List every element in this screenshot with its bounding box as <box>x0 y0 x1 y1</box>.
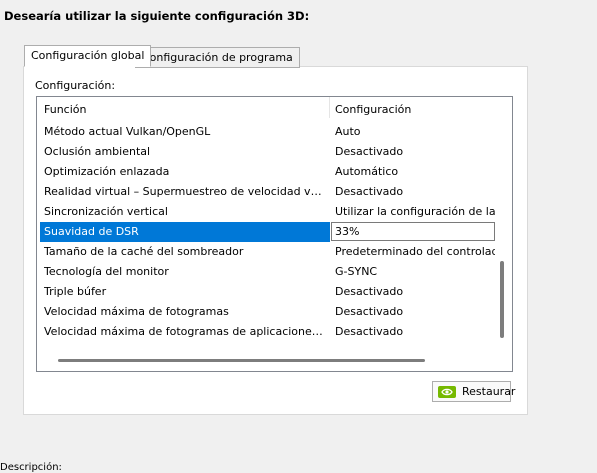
setting-value: Predeterminado del controlador <box>335 245 495 258</box>
description-label: Descripción: <box>0 462 62 473</box>
setting-value: Desactivado <box>335 145 404 158</box>
settings-list[interactable]: Función Configuración Método actual Vulk… <box>36 96 513 372</box>
settings-row-selected[interactable]: Suavidad de DSR 33% <box>37 222 495 242</box>
setting-value: Desactivado <box>335 285 404 298</box>
settings-row[interactable]: Método actual Vulkan/OpenGL Auto <box>37 122 495 142</box>
setting-value: 33% <box>335 225 360 238</box>
feature-name: Triple búfer <box>44 285 107 298</box>
page-heading: Desearía utilizar la siguiente configura… <box>4 9 310 23</box>
setting-value: Desactivado <box>335 185 404 198</box>
feature-name: Realidad virtual – Supermuestreo de velo… <box>44 185 324 198</box>
setting-value: Automático <box>335 165 399 178</box>
column-header-feature[interactable]: Función <box>44 103 86 116</box>
settings-row[interactable]: Sincronización vertical Utilizar la conf… <box>37 202 495 222</box>
feature-name: Suavidad de DSR <box>44 225 139 238</box>
feature-name: Optimización enlazada <box>44 165 170 178</box>
column-divider[interactable] <box>329 97 330 118</box>
settings-row[interactable]: Optimización enlazada Automático <box>37 162 495 182</box>
settings-row[interactable]: Realidad virtual – Supermuestreo de velo… <box>37 182 495 202</box>
column-header-setting[interactable]: Configuración <box>335 103 411 116</box>
feature-name: Tamaño de la caché del sombreador <box>44 245 244 258</box>
tab-global-settings[interactable]: Configuración global <box>24 45 152 67</box>
setting-value: Auto <box>335 125 361 138</box>
feature-name: Método actual Vulkan/OpenGL <box>44 125 211 138</box>
vertical-scrollbar[interactable] <box>500 261 504 338</box>
horizontal-scrollbar[interactable] <box>58 359 425 362</box>
feature-name: Tecnología del monitor <box>44 265 169 278</box>
settings-row[interactable]: Velocidad máxima de fotogramas Desactiva… <box>37 302 495 322</box>
feature-name: Sincronización vertical <box>44 205 168 218</box>
feature-name: Velocidad máxima de fotogramas <box>44 305 229 318</box>
restore-button[interactable]: Restaurar <box>432 381 515 402</box>
tab-program-settings[interactable]: Configuración de programa <box>135 47 300 68</box>
settings-row[interactable]: Oclusión ambiental Desactivado <box>37 142 495 162</box>
settings-row[interactable]: Velocidad máxima de fotogramas de aplica… <box>37 322 495 342</box>
setting-value: Desactivado <box>335 305 404 318</box>
restore-button-label: Restaurar <box>462 385 516 398</box>
settings-row[interactable]: Triple búfer Desactivado <box>37 282 495 302</box>
setting-value: Desactivado <box>335 325 404 338</box>
settings-label: Configuración: <box>35 79 116 92</box>
settings-row[interactable]: Tecnología del monitor G-SYNC <box>37 262 495 282</box>
nvidia-logo-icon <box>438 386 456 398</box>
feature-name: Velocidad máxima de fotogramas de aplica… <box>44 325 324 338</box>
setting-value: Utilizar la configuración de la aplic <box>335 205 495 218</box>
settings-row[interactable]: Tamaño de la caché del sombreador Predet… <box>37 242 495 262</box>
feature-name: Oclusión ambiental <box>44 145 151 158</box>
setting-value: G-SYNC <box>335 265 378 278</box>
